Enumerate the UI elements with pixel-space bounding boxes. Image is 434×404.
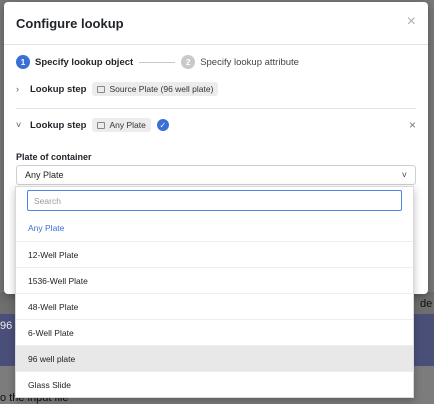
dialog-title: Configure lookup: [16, 16, 124, 31]
step-1-number[interactable]: 1: [16, 55, 30, 69]
chevron-down-icon: ˅: [401, 170, 407, 180]
dropdown-option[interactable]: 1536-Well Plate: [16, 267, 413, 293]
lookup-step-tag-text: Source Plate (96 well plate): [109, 84, 214, 94]
dropdown-option[interactable]: Any Plate: [16, 215, 413, 241]
plate-icon: [97, 121, 106, 129]
dropdown-option[interactable]: Glass Slide: [16, 371, 413, 397]
plate-of-container-select[interactable]: Any Plate ˅: [16, 165, 416, 185]
stepper: 1 Specify lookup object 2 Specify lookup…: [16, 54, 299, 70]
plate-icon: [97, 85, 106, 93]
step-connector: [139, 61, 176, 63]
lookup-step-label: Lookup step: [30, 83, 87, 95]
lookup-step-tag: Source Plate (96 well plate): [92, 82, 219, 96]
dropdown-option[interactable]: 6-Well Plate: [16, 319, 413, 345]
lookup-step-tag: Any Plate: [92, 118, 151, 132]
step-2-label[interactable]: Specify lookup attribute: [200, 57, 299, 68]
dropdown-option[interactable]: 48-Well Plate: [16, 293, 413, 319]
lookup-step-tag-text: Any Plate: [109, 120, 146, 130]
step-2-number[interactable]: 2: [181, 55, 196, 69]
dropdown-option[interactable]: 12-Well Plate: [16, 241, 413, 267]
chevron-right-icon[interactable]: ›: [16, 84, 28, 94]
title-divider: [4, 44, 428, 45]
lookup-row-divider: [16, 108, 416, 109]
check-circle-icon: ✓: [156, 119, 169, 131]
remove-lookup-step-button[interactable]: ×: [409, 118, 416, 132]
select-value: Any Plate: [25, 170, 64, 180]
lookup-step-label: Lookup step: [30, 119, 87, 131]
lookup-step-row-1[interactable]: › Lookup step Source Plate (96 well plat…: [16, 79, 416, 99]
lookup-step-row-2[interactable]: ˅ Lookup step Any Plate ✓ ×: [16, 115, 416, 135]
dropdown-search-wrap: [16, 187, 413, 215]
close-dialog-button[interactable]: ×: [407, 13, 416, 31]
dropdown-search-input[interactable]: [27, 190, 402, 211]
plate-dropdown-menu: Any Plate 12-Well Plate 1536-Well Plate …: [15, 186, 414, 398]
chevron-down-icon[interactable]: ˅: [16, 120, 28, 130]
background-text-right: de: [420, 298, 433, 310]
step-1-label[interactable]: Specify lookup object: [35, 57, 133, 68]
dropdown-option[interactable]: 96 well plate: [16, 345, 413, 371]
plate-of-container-label: Plate of container: [16, 152, 92, 162]
